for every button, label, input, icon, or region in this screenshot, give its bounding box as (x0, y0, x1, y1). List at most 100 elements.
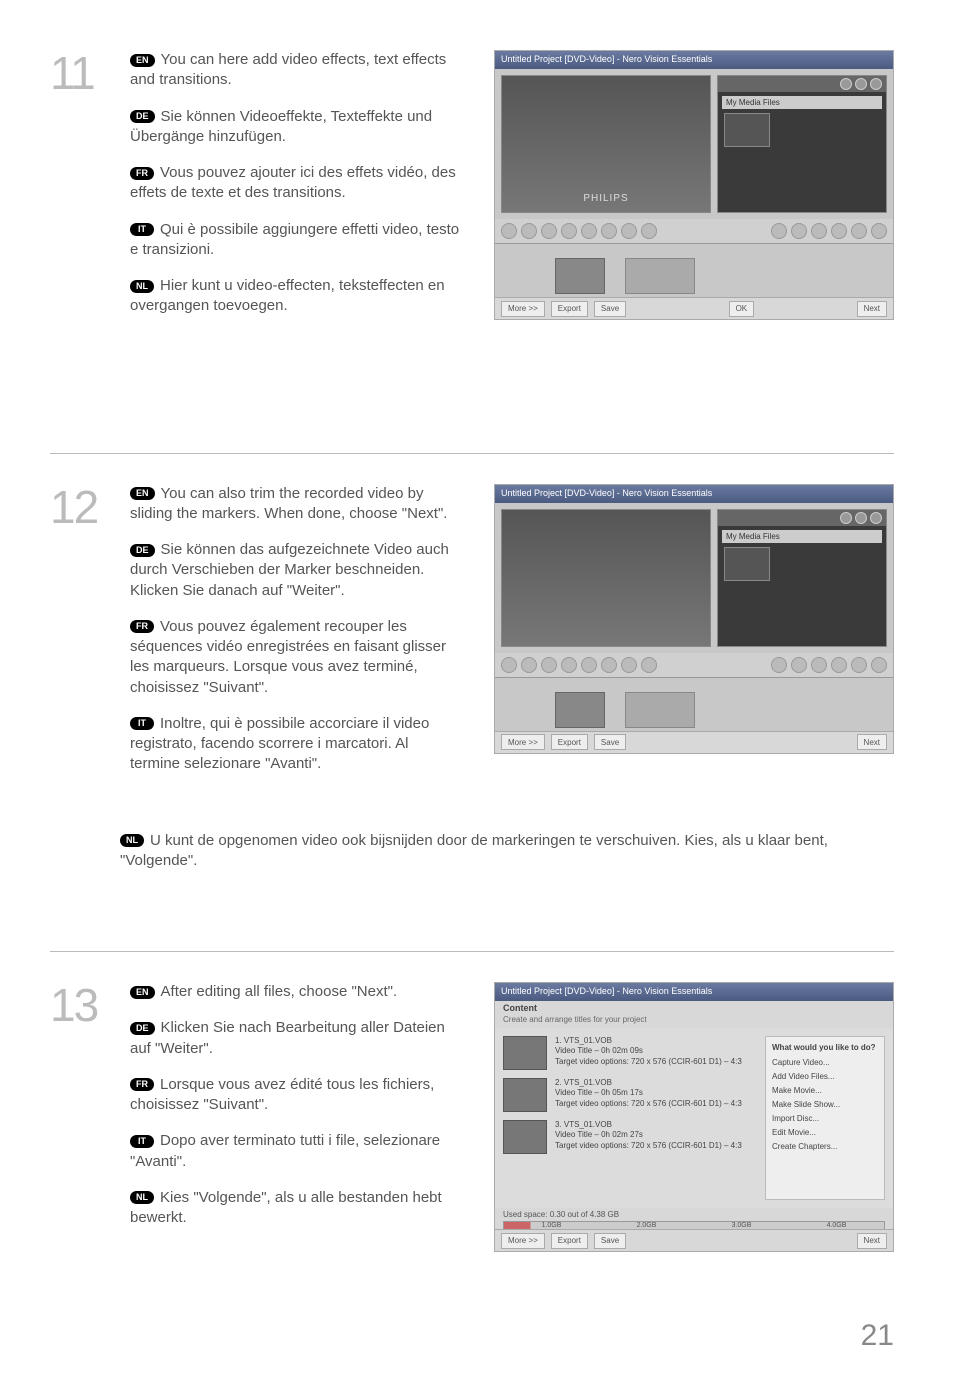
ok-button[interactable]: OK (729, 301, 755, 317)
timeline-clip (555, 692, 605, 728)
play-icon (831, 657, 847, 673)
play-icon (831, 223, 847, 239)
action-item[interactable]: Edit Movie... (772, 1128, 878, 1137)
export-button[interactable]: Export (551, 1233, 588, 1249)
control-dot (855, 512, 867, 524)
media-thumb (724, 113, 770, 147)
step-number: 11 (50, 50, 110, 333)
next-button[interactable]: Next (857, 1233, 887, 1249)
text-fr: Vous pouvez ajouter ici des effets vidéo… (130, 164, 456, 201)
text-en: You can here add video effects, text eff… (130, 51, 446, 88)
timeline-clip (555, 258, 605, 294)
video-preview (501, 509, 711, 647)
page-number: 21 (861, 1319, 894, 1353)
lang-pill-en: EN (130, 986, 155, 999)
text-nl: Kies "Volgende", als u alle bestanden he… (130, 1189, 442, 1226)
step-number: 12 (50, 484, 110, 791)
window-titlebar: Untitled Project [DVD-Video] - Nero Visi… (495, 485, 893, 503)
control-dot (855, 78, 867, 90)
action-item[interactable]: Make Movie... (772, 1086, 878, 1095)
tool-icon (561, 223, 577, 239)
text-it: Qui è possibile aggiungere effetti video… (130, 221, 459, 258)
play-icon (811, 223, 827, 239)
thumb-icon (503, 1078, 547, 1112)
bottom-bar: More >> Export Save Next (495, 1229, 893, 1251)
content-area: 1. VTS_01.VOBVideo Title – 0h 02m 09sTar… (495, 1028, 893, 1208)
list-item: 3. VTS_01.VOBVideo Title – 0h 02m 27sTar… (503, 1120, 757, 1154)
title-list: 1. VTS_01.VOBVideo Title – 0h 02m 09sTar… (503, 1036, 757, 1200)
more-button[interactable]: More >> (501, 1233, 545, 1249)
upper-pane: PHILIPS My Media Files (495, 69, 893, 219)
text-en: You can also trim the recorded video by … (130, 485, 447, 522)
video-preview: PHILIPS (501, 75, 711, 213)
save-button[interactable]: Save (594, 734, 626, 750)
more-button[interactable]: More >> (501, 301, 545, 317)
media-panel: My Media Files (717, 509, 887, 647)
preview-brand: PHILIPS (583, 193, 628, 204)
text-it: Inoltre, qui è possibile accorciare il v… (130, 715, 429, 773)
window-titlebar: Untitled Project [DVD-Video] - Nero Visi… (495, 51, 893, 69)
lang-pill-de: DE (130, 110, 155, 123)
action-item[interactable]: Import Disc... (772, 1114, 878, 1123)
toolbar-left (495, 219, 893, 243)
play-icon (771, 657, 787, 673)
window-titlebar: Untitled Project [DVD-Video] - Nero Visi… (495, 983, 893, 1001)
lang-pill-it: IT (130, 1135, 154, 1148)
control-dot (870, 78, 882, 90)
content-subheader: Create and arrange titles for your proje… (495, 1015, 893, 1028)
control-dot (840, 512, 852, 524)
more-button[interactable]: More >> (501, 734, 545, 750)
action-item[interactable]: Create Chapters... (772, 1142, 878, 1151)
text-column: EN After editing all files, choose "Next"… (130, 982, 474, 1252)
text-nl: Hier kunt u video-effecten, teksteffecte… (130, 277, 445, 314)
lang-pill-en: EN (130, 487, 155, 500)
actions-panel: What would you like to do? Capture Video… (765, 1036, 885, 1200)
text-en: After editing all files, choose "Next". (161, 983, 398, 1000)
lang-de: DESie können Videoeffekte, Texteffekte u… (130, 107, 462, 148)
save-button[interactable]: Save (594, 1233, 626, 1249)
screenshot-step12: Untitled Project [DVD-Video] - Nero Visi… (494, 484, 894, 754)
lang-pill-it: IT (130, 223, 154, 236)
step-11: 11 ENYou can here add video effects, tex… (50, 50, 894, 353)
screenshot-step13: Untitled Project [DVD-Video] - Nero Visi… (494, 982, 894, 1252)
lang-en: ENYou can here add video effects, text e… (130, 50, 462, 91)
text-it: Dopo aver terminato tutti i file, selezi… (130, 1132, 440, 1169)
next-button[interactable]: Next (857, 734, 887, 750)
play-icon (851, 223, 867, 239)
lang-pill-de: DE (130, 544, 155, 557)
control-dot (870, 512, 882, 524)
lang-nl: NLKies "Volgende", als u alle bestanden … (130, 1188, 462, 1229)
lang-it: ITQui è possibile aggiungere effetti vid… (130, 220, 462, 261)
action-item[interactable]: Make Slide Show... (772, 1100, 878, 1109)
lang-pill-nl: NL (130, 280, 154, 293)
text-column: ENYou can here add video effects, text e… (130, 50, 474, 333)
next-button[interactable]: Next (857, 301, 887, 317)
export-button[interactable]: Export (551, 734, 588, 750)
top-controls (718, 76, 886, 92)
list-meta: 2. VTS_01.VOBVideo Title – 0h 05m 17sTar… (555, 1078, 742, 1109)
tool-icon (521, 223, 537, 239)
action-item[interactable]: Add Video Files... (772, 1072, 878, 1081)
lang-pill-nl: NL (130, 1191, 154, 1204)
action-item[interactable]: Capture Video... (772, 1058, 878, 1067)
text-fr: Lorsque vous avez édité tous les fichier… (130, 1076, 434, 1113)
thumb-icon (503, 1036, 547, 1070)
content-header: Content (495, 1001, 893, 1015)
export-button[interactable]: Export (551, 301, 588, 317)
tool-icon (601, 657, 617, 673)
lang-pill-de: DE (130, 1022, 155, 1035)
media-panel: My Media Files (717, 75, 887, 213)
tool-icon (641, 223, 657, 239)
text-fr: Vous pouvez également recouper les séque… (130, 618, 446, 696)
thumb-icon (503, 1120, 547, 1154)
play-icon (851, 657, 867, 673)
lang-it: ITDopo aver terminato tutti i file, sele… (130, 1131, 462, 1172)
used-space-label: Used space: 0.30 out of 4.38 GB (495, 1208, 893, 1221)
save-button[interactable]: Save (594, 301, 626, 317)
lang-de: DESie können das aufgezeichnete Video au… (130, 540, 462, 601)
lang-pill-fr: FR (130, 620, 154, 633)
text-de: Klicken Sie nach Bearbeitung aller Datei… (130, 1019, 445, 1056)
lang-it: ITInoltre, qui è possibile accorciare il… (130, 714, 462, 775)
bottom-bar: More >> Export Save OK Next (495, 297, 893, 319)
tool-icon (581, 223, 597, 239)
